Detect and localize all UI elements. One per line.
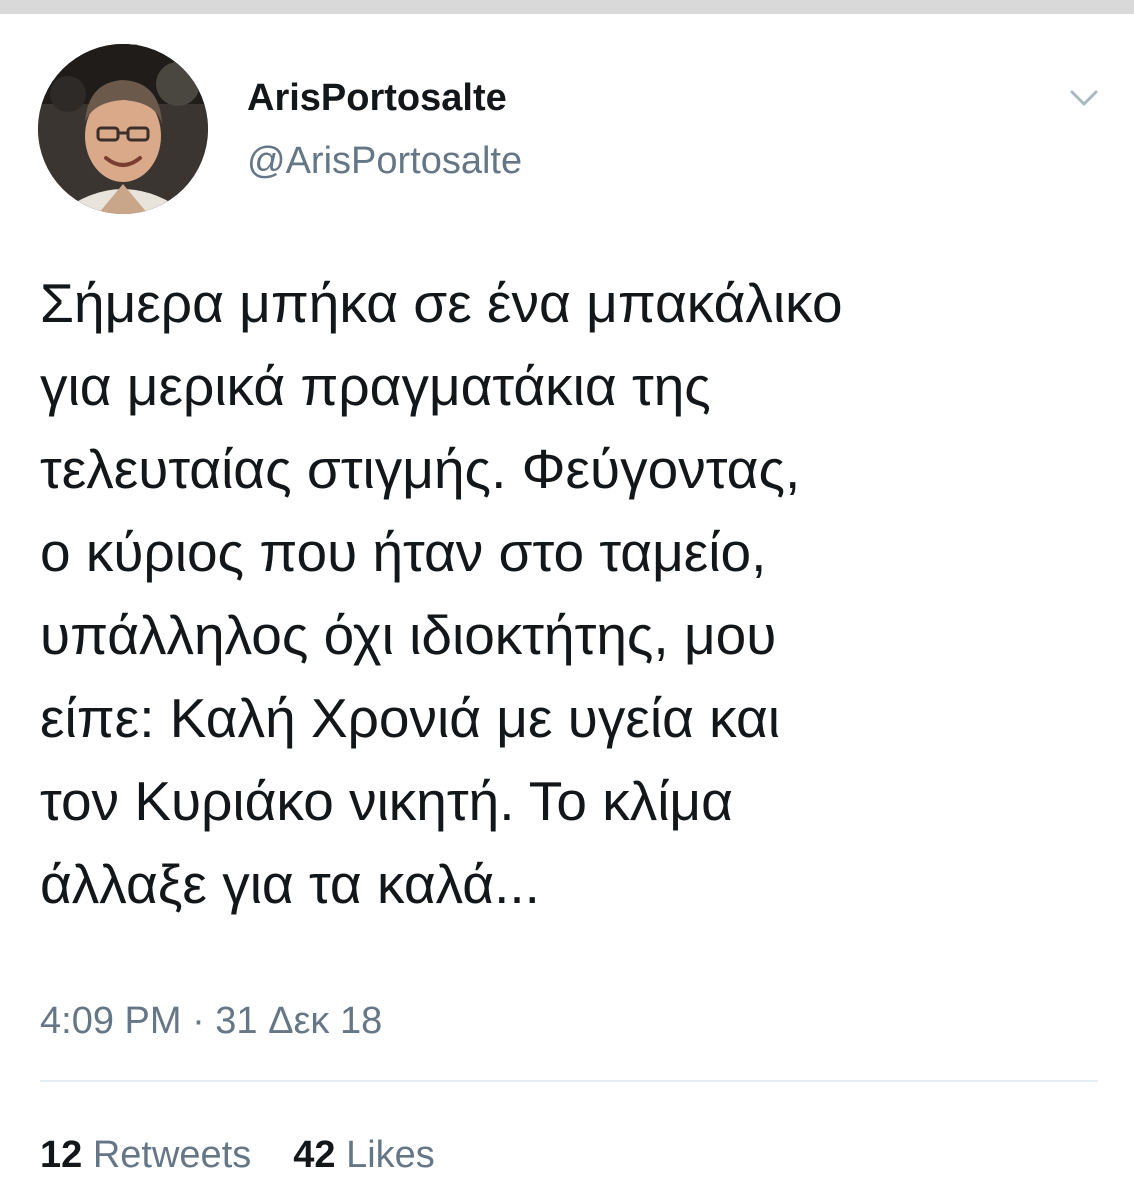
avatar-photo — [38, 44, 208, 214]
tweet-timestamp[interactable]: 4:09 PM · 31 Δεκ 18 — [40, 1002, 382, 1040]
tweet-text: Σήμερα μπήκα σε ένα μπακάλικο για μερικά… — [40, 272, 843, 915]
top-border — [0, 0, 1134, 14]
divider — [40, 1080, 1098, 1082]
likes-label: Likes — [346, 1134, 435, 1176]
likes-count: 42 — [293, 1134, 336, 1176]
display-name[interactable]: ArisPortosalte — [247, 79, 507, 117]
retweets-stat[interactable]: 12 Retweets — [40, 1136, 251, 1174]
tweet-card: ArisPortosalte @ArisPortosalte Σήμερα μπ… — [0, 14, 1134, 1200]
chevron-down-icon[interactable] — [1062, 76, 1106, 120]
likes-stat[interactable]: 42 Likes — [293, 1136, 435, 1174]
retweets-count: 12 — [40, 1134, 83, 1176]
avatar[interactable] — [38, 44, 208, 214]
retweets-label: Retweets — [92, 1134, 252, 1176]
user-handle[interactable]: @ArisPortosalte — [247, 142, 522, 180]
tweet-stats: 12 Retweets 42 Likes — [40, 1136, 435, 1174]
